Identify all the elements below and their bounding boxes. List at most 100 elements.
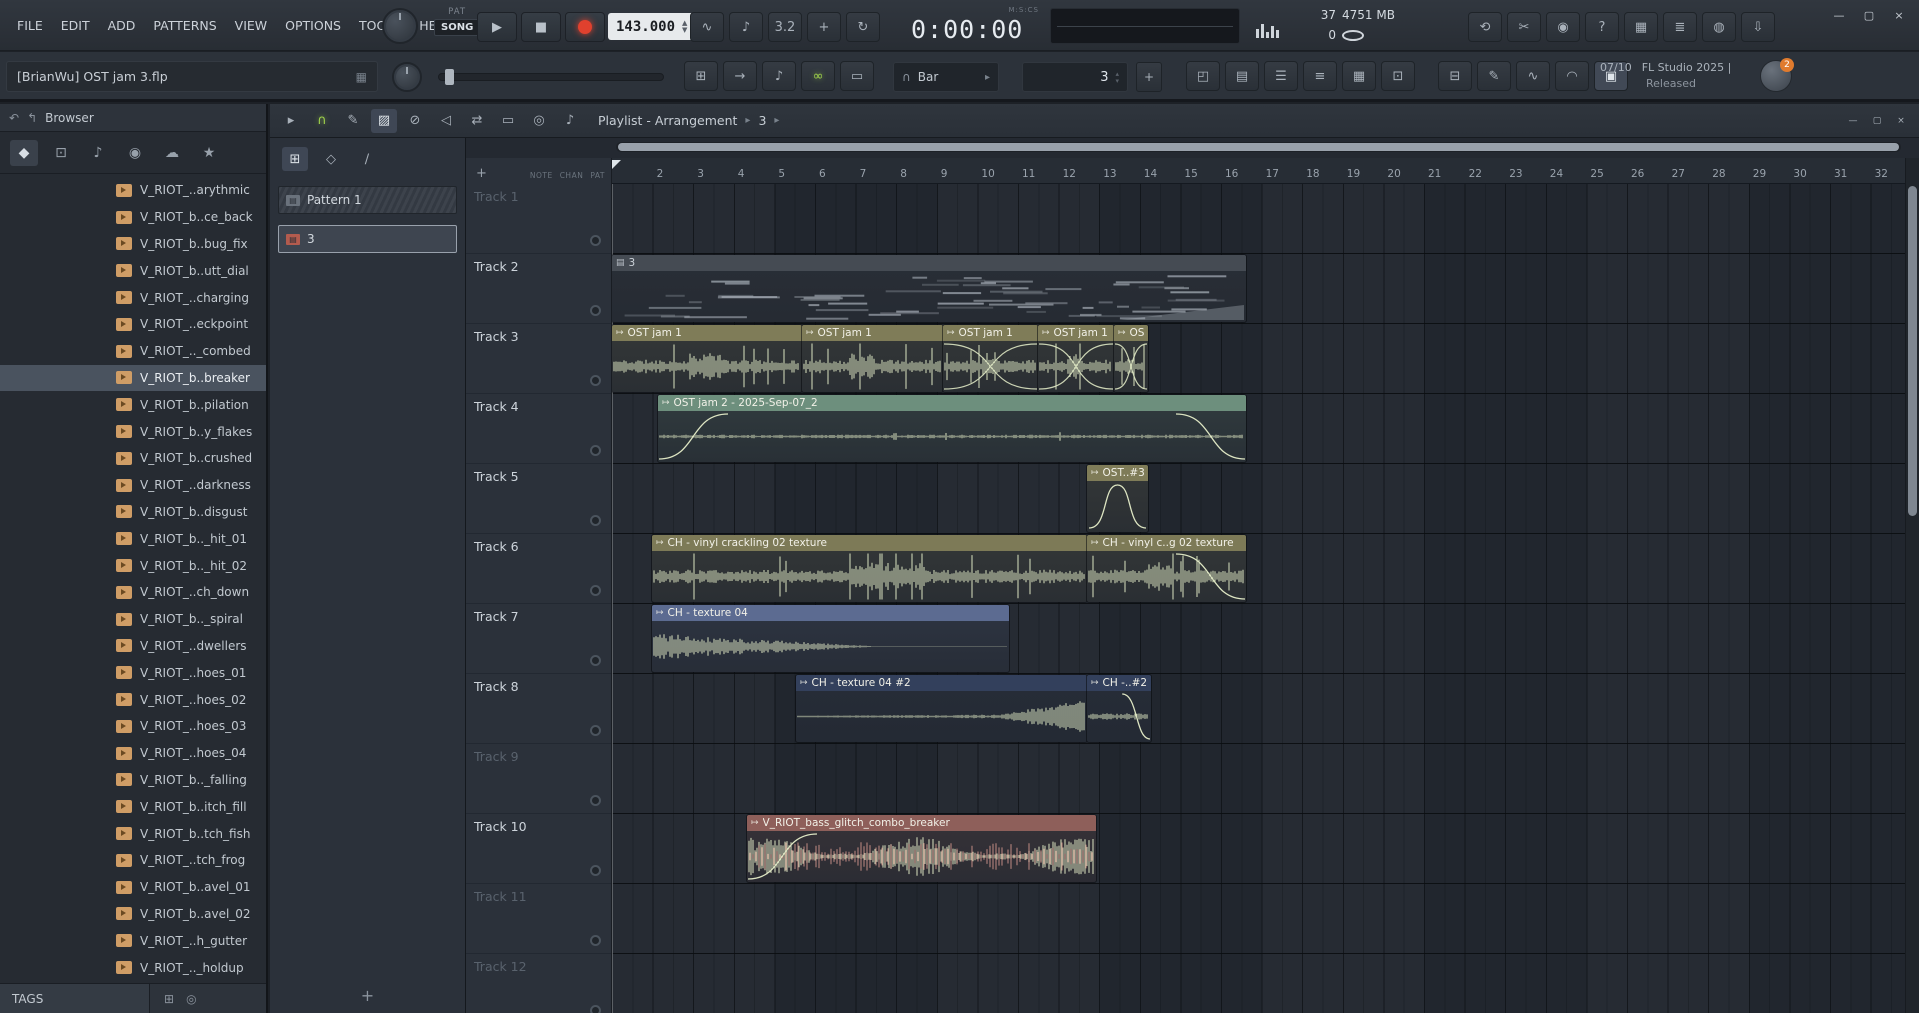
new-tag-icon[interactable]: ⊞ — [164, 992, 174, 1006]
slip-icon[interactable]: ⇄ — [464, 109, 490, 133]
track-header[interactable]: Track 8 — [466, 674, 611, 744]
track-header[interactable]: Track 10 — [466, 814, 611, 884]
clip-audio[interactable]: ↦ OST..#3 — [1087, 465, 1148, 532]
add-arrangement-button[interactable]: + — [1136, 62, 1162, 92]
clip-audio[interactable]: ↦ OST jam 1 — [1038, 325, 1114, 392]
clip-pattern[interactable]: ▤ 3 — [612, 255, 1246, 322]
browser-item[interactable]: V_RIOT_..h_gutter — [0, 927, 266, 954]
loop-record-icon[interactable]: ↻ — [846, 12, 880, 42]
browser-item[interactable]: V_RIOT_b..crushed — [0, 445, 266, 472]
browser-item[interactable]: V_RIOT_..hoes_04 — [0, 740, 266, 767]
mode-note-label[interactable]: NOTE — [530, 171, 553, 180]
clip-audio[interactable]: ↦ CH -..#2 — [1087, 675, 1151, 742]
track-arm-button[interactable] — [590, 1005, 601, 1013]
track-arm-button[interactable] — [590, 235, 601, 246]
pat-song-switch[interactable]: PAT SONG — [434, 7, 481, 36]
playhead-marker[interactable] — [612, 160, 621, 169]
performance-icon[interactable]: ◇ — [318, 147, 344, 171]
browser-item[interactable]: V_RIOT_..arythmic — [0, 177, 266, 204]
clip-audio[interactable]: ↦ V_RIOT_bass_glitch_combo_breaker — [747, 815, 1096, 882]
track-header[interactable]: Track 6 — [466, 534, 611, 604]
maximize-icon[interactable]: ▢ — [1857, 6, 1881, 24]
track-header[interactable]: Track 12 — [466, 954, 611, 1013]
clip-audio[interactable]: ↦ OST jam 1 — [612, 325, 802, 392]
save-icon[interactable]: ▦ — [1624, 12, 1658, 42]
playlist-close-icon[interactable]: × — [1891, 113, 1911, 129]
link-icon[interactable]: ∞ — [801, 61, 835, 91]
track-header[interactable]: Track 2 — [466, 254, 611, 324]
clip-audio[interactable]: ↦ OST jam 1 — [802, 325, 943, 392]
track-arm-button[interactable] — [590, 305, 601, 316]
track-header[interactable]: Track 1 — [466, 184, 611, 254]
tempo-display[interactable]: 143.000 ▲ ▼ — [608, 13, 696, 40]
master-pitch-knob[interactable] — [392, 62, 422, 92]
cut-icon[interactable]: ✂ — [1507, 12, 1541, 42]
browser-item[interactable]: V_RIOT_.._combed — [0, 338, 266, 365]
browser-item[interactable]: V_RIOT_b..itch_fill — [0, 793, 266, 820]
browser-item[interactable]: V_RIOT_..eckpoint — [0, 311, 266, 338]
browser-item[interactable]: V_RIOT_b..avel_01 — [0, 874, 266, 901]
time-display[interactable]: M:S:CS 0:00:00 — [905, 5, 1045, 47]
browser-item[interactable]: V_RIOT_b..y_flakes — [0, 418, 266, 445]
browser-item[interactable]: V_RIOT_..hoes_01 — [0, 659, 266, 686]
curve-icon[interactable]: ◠ — [1555, 61, 1589, 91]
oscilloscope[interactable] — [1050, 8, 1240, 44]
menu-view[interactable]: VIEW — [226, 18, 277, 33]
add-pattern-button[interactable]: + — [361, 986, 374, 1005]
draw-icon[interactable]: ✎ — [1477, 61, 1511, 91]
menu-patterns[interactable]: PATTERNS — [144, 18, 225, 33]
snap-magnet-icon[interactable]: ∩ — [309, 109, 335, 133]
clip-audio[interactable]: ↦ CH - texture 04 — [652, 605, 1009, 672]
clip-audio[interactable]: ↦ CH - vinyl crackling 02 texture — [652, 535, 1087, 602]
track-arm-button[interactable] — [590, 795, 601, 806]
browser-item[interactable]: V_RIOT_..darkness — [0, 472, 266, 499]
browser-item[interactable]: V_RIOT_b..bug_fix — [0, 231, 266, 258]
plugins-tab-icon[interactable]: ◆ — [10, 139, 38, 166]
zoom-icon[interactable]: ◎ — [526, 109, 552, 133]
track-header[interactable]: Track 4 — [466, 394, 611, 464]
vertical-scroll-thumb[interactable] — [1908, 186, 1917, 516]
browser-item[interactable]: V_RIOT_b..disgust — [0, 499, 266, 526]
mute-icon[interactable]: ◁ — [433, 109, 459, 133]
mode-pat-label[interactable]: PAT — [590, 171, 605, 180]
timeline-ruler[interactable]: 2 3 4 5 6 7 8 9 10 11 12 13 14 15 16 17 18 19 20 21 22 23 24 25… — [612, 158, 1905, 184]
mic-icon[interactable]: ◉ — [1546, 12, 1580, 42]
playlist-minimize-icon[interactable]: — — [1843, 113, 1863, 129]
playlist-grid[interactable]: ▤ 3 ↦ OST jam 1 ↦ OST jam 1 ↦ OST jam 1 ↦ OST jam… — [612, 184, 1905, 1013]
cloud-tab-icon[interactable]: ☁ — [158, 140, 186, 166]
browser-item[interactable]: V_RIOT_b.._spiral — [0, 606, 266, 633]
browser-item[interactable]: V_RIOT_b.._hit_01 — [0, 525, 266, 552]
browser-item[interactable]: V_RIOT_.._holdup — [0, 954, 266, 981]
browser-item[interactable]: V_RIOT_b.._falling — [0, 767, 266, 794]
stamp-icon[interactable]: ▭ — [840, 61, 874, 91]
playlist-arrangement-number[interactable]: 3 — [758, 113, 766, 128]
browser-item[interactable]: V_RIOT_..charging — [0, 284, 266, 311]
track-arm-button[interactable] — [590, 725, 601, 736]
help-icon[interactable]: ? — [1585, 12, 1619, 42]
browser-item[interactable]: V_RIOT_..dwellers — [0, 633, 266, 660]
track-arm-button[interactable] — [590, 865, 601, 876]
view-plugins-icon[interactable]: ⊡ — [1381, 61, 1415, 91]
slider-thumb[interactable] — [445, 69, 454, 85]
mode-chan-label[interactable]: CHAN — [560, 171, 584, 180]
select-icon[interactable]: ▭ — [495, 109, 521, 133]
fl-logo[interactable]: 2 — [1760, 58, 1794, 92]
pencil-icon[interactable]: ✎ — [340, 109, 366, 133]
track-header[interactable]: Track 9 — [466, 744, 611, 814]
pattern-item[interactable]: ▤ Pattern 1 — [278, 186, 457, 214]
clip-audio[interactable]: ↦OST j..#2 — [1114, 325, 1148, 392]
track-arm-button[interactable] — [590, 655, 601, 666]
minimize-icon[interactable]: — — [1827, 6, 1851, 24]
track-arm-button[interactable] — [590, 935, 601, 946]
arrangement-selector[interactable]: 3 ▴ ▾ — [1022, 62, 1128, 92]
browser-item[interactable]: V_RIOT_b..pilation — [0, 391, 266, 418]
track-arm-button[interactable] — [590, 585, 601, 596]
metronome-icon[interactable]: ♪ — [729, 12, 763, 42]
view-channel-rack-icon[interactable]: ☰ — [1264, 61, 1298, 91]
browser-item[interactable]: V_RIOT_b..tch_fish — [0, 820, 266, 847]
pattern-grid-icon[interactable]: ⊞ — [282, 147, 308, 171]
chat-icon[interactable]: ◍ — [1702, 12, 1736, 42]
view-playlist-icon[interactable]: ◰ — [1186, 61, 1220, 91]
automation-icon[interactable]: ∿ — [1516, 61, 1550, 91]
track-header[interactable]: Track 7 — [466, 604, 611, 674]
